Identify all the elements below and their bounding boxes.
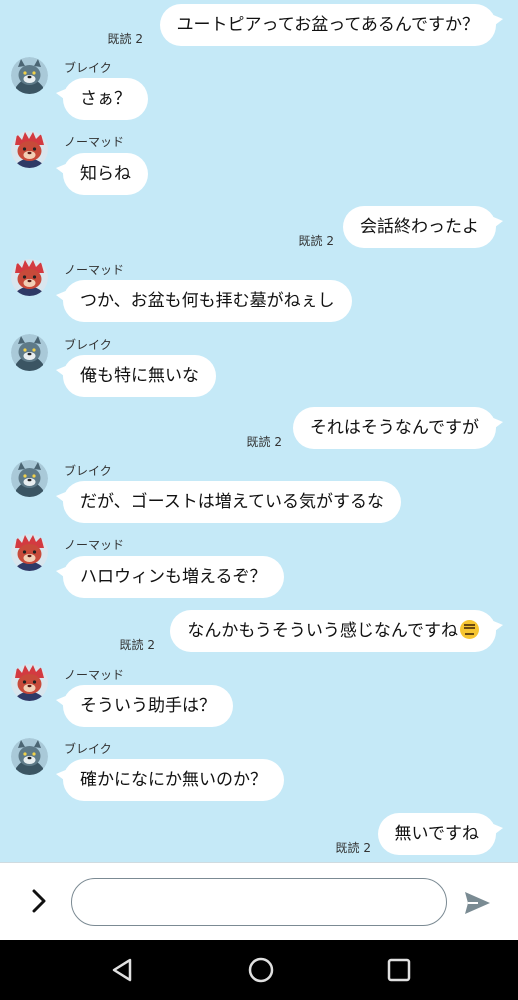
message-bubble[interactable]: つか、お盆も何も拝む墓がねぇし — [56, 280, 352, 322]
composer-divider — [0, 862, 518, 863]
message-bubble[interactable]: 俺も特に無いな — [56, 355, 216, 397]
message-bubble[interactable]: 確かになにか無いのか？ — [56, 759, 284, 801]
message-text: だが、ゴーストは増えている気がするな — [80, 492, 384, 512]
message-incoming: ブレイク だが、ゴーストは増えている気がするな — [0, 460, 518, 525]
read-receipt: 既読 2 — [246, 435, 282, 449]
sender-name: ノーマッド — [64, 135, 125, 149]
message-incoming: ノーマッド つか、お盆も何も拝む墓がねぇし — [0, 259, 518, 324]
android-navigation-bar — [0, 940, 518, 1000]
sender-name: ノーマッド — [64, 263, 125, 277]
message-outgoing: 既読 2 無いですね — [0, 813, 518, 855]
message-text: ハロウィンも増えるぞ？ — [80, 567, 267, 587]
chat-message-list[interactable]: 既読 2 ユートピアってお盆ってあるんですか？ ブレイク さぁ？ ノーマッド 知… — [0, 0, 518, 862]
message-outgoing: 既読 2 なんかもうそういう感じなんですね — [0, 610, 518, 652]
sender-name: ノーマッド — [64, 538, 125, 552]
message-input[interactable] — [71, 878, 447, 926]
message-text: 知らね — [80, 164, 131, 184]
message-outgoing: 既読 2 それはそうなんですが — [0, 407, 518, 449]
avatar-blake[interactable] — [11, 738, 48, 775]
send-icon[interactable] — [462, 888, 492, 918]
avatar-blake[interactable] — [11, 57, 48, 94]
message-incoming: ブレイク 俺も特に無いな — [0, 334, 518, 399]
back-triangle-icon[interactable] — [109, 956, 137, 984]
message-text: そういう助手は？ — [80, 696, 216, 716]
message-bubble[interactable]: そういう助手は？ — [56, 685, 233, 727]
message-bubble[interactable]: なんかもうそういう感じなんですね — [170, 610, 503, 652]
sender-name: ブレイク — [64, 61, 112, 75]
message-bubble[interactable]: ユートピアってお盆ってあるんですか？ — [159, 4, 504, 46]
sender-name: ブレイク — [64, 338, 112, 352]
message-incoming: ノーマッド ハロウィンも増えるぞ？ — [0, 534, 518, 599]
chevron-right-icon[interactable] — [24, 886, 54, 916]
expressionless-face-icon — [460, 619, 479, 639]
message-bubble[interactable]: だが、ゴーストは増えている気がするな — [56, 481, 401, 523]
avatar-blake[interactable] — [11, 460, 48, 497]
avatar-nomad[interactable] — [11, 664, 48, 701]
message-outgoing: 既読 2 会話終わったよ — [0, 206, 518, 248]
message-text: 確かになにか無いのか？ — [80, 770, 267, 790]
read-receipt: 既読 2 — [298, 234, 334, 248]
message-text: 俺も特に無いな — [80, 366, 199, 386]
message-text: 無いですね — [394, 824, 480, 844]
sender-name: ブレイク — [64, 464, 112, 478]
read-receipt: 既読 2 — [107, 32, 143, 46]
message-text: 会話終わったよ — [360, 217, 479, 237]
message-bubble[interactable]: 無いですね — [377, 813, 503, 855]
sender-name: ノーマッド — [64, 668, 125, 682]
message-text: ユートピアってお盆ってあるんですか？ — [176, 15, 479, 35]
message-bubble[interactable]: それはそうなんですが — [292, 407, 504, 449]
avatar-nomad[interactable] — [11, 259, 48, 296]
message-incoming: ノーマッド 知らね — [0, 131, 518, 196]
message-text: つか、お盆も何も拝む墓がねぇし — [80, 291, 335, 311]
message-outgoing: 既読 2 ユートピアってお盆ってあるんですか？ — [0, 4, 518, 46]
message-text: さぁ？ — [80, 89, 131, 109]
message-incoming: ノーマッド そういう助手は？ — [0, 664, 518, 729]
avatar-blake[interactable] — [11, 334, 48, 371]
sender-name: ブレイク — [64, 742, 112, 756]
message-incoming: ブレイク 確かになにか無いのか？ — [0, 738, 518, 803]
recent-square-icon[interactable] — [385, 956, 413, 984]
message-text: なんかもうそういう感じなんですね — [187, 621, 458, 641]
message-bubble[interactable]: さぁ？ — [56, 78, 148, 120]
avatar-nomad[interactable] — [11, 131, 48, 168]
avatar-nomad[interactable] — [11, 534, 48, 571]
message-composer — [0, 862, 518, 940]
message-incoming: ブレイク さぁ？ — [0, 57, 518, 122]
home-circle-icon[interactable] — [247, 956, 275, 984]
read-receipt: 既読 2 — [335, 841, 371, 855]
message-text: それはそうなんですが — [309, 418, 479, 438]
message-bubble[interactable]: 知らね — [56, 153, 148, 195]
message-bubble[interactable]: ハロウィンも増えるぞ？ — [56, 556, 284, 598]
read-receipt: 既読 2 — [119, 638, 155, 652]
message-bubble[interactable]: 会話終わったよ — [343, 206, 503, 248]
